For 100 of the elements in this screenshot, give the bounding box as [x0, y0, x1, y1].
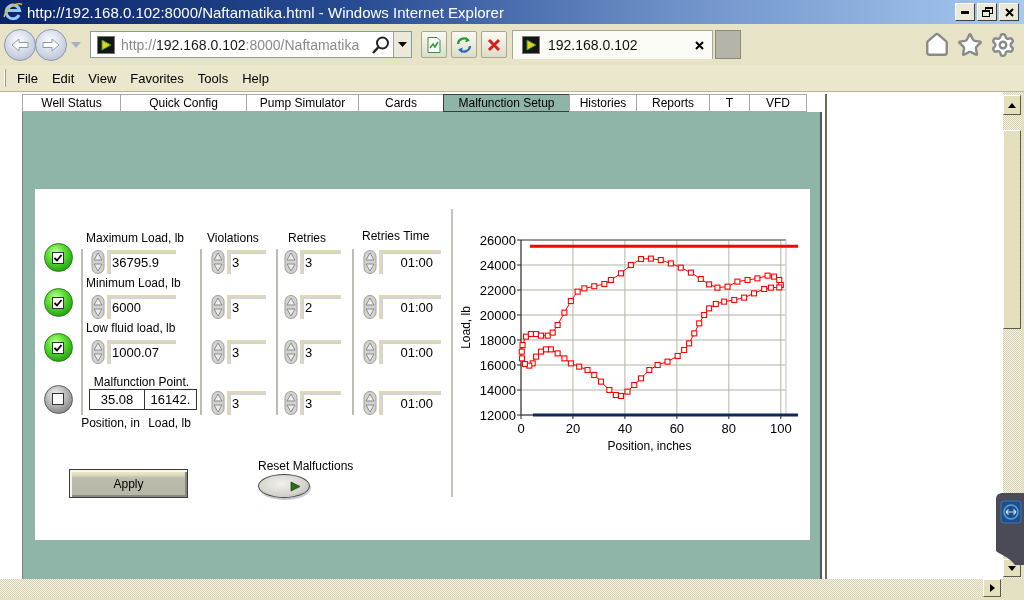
- y-tick-label: 14000: [479, 382, 516, 398]
- y-tick-label: 24000: [479, 257, 516, 273]
- panel-tab[interactable]: Well Status: [22, 94, 121, 112]
- up-down-arrows-icon[interactable]: [363, 391, 377, 415]
- forward-button[interactable]: [35, 28, 67, 61]
- round-toggle-button[interactable]: [43, 243, 73, 272]
- close-button[interactable]: [999, 3, 1019, 21]
- numeric-field[interactable]: 3: [227, 295, 266, 319]
- up-down-arrows-icon[interactable]: [91, 250, 105, 274]
- address-dropdown-button[interactable]: [393, 32, 411, 57]
- load-readout: 16142.: [144, 389, 197, 410]
- readout-label: Position, in: [81, 416, 140, 430]
- right-arrow-icon: [989, 584, 995, 592]
- panel-tab[interactable]: T: [709, 94, 750, 112]
- back-button[interactable]: [4, 28, 36, 61]
- column-header: Retries Time: [362, 229, 430, 243]
- up-down-arrows-icon[interactable]: [363, 295, 377, 319]
- refresh-icon: [455, 35, 473, 54]
- up-down-arrows-icon[interactable]: [91, 295, 105, 319]
- restore-icon: [981, 7, 993, 17]
- panel-tab[interactable]: VFD: [749, 94, 807, 112]
- field-label: Minimum Load, lb: [86, 276, 181, 290]
- reset-label: Reset Malfuctions: [258, 459, 354, 473]
- up-down-arrows-icon[interactable]: [363, 340, 377, 364]
- stop-button[interactable]: [481, 31, 507, 58]
- round-toggle-button[interactable]: [43, 384, 73, 414]
- up-down-arrows-icon[interactable]: [211, 340, 225, 364]
- y-axis-label: Load, lb: [459, 306, 473, 349]
- triangle-icon: [290, 480, 301, 492]
- scroll-right-button[interactable]: [983, 579, 1001, 597]
- up-down-arrows-icon[interactable]: [91, 340, 105, 364]
- home-icon[interactable]: [924, 31, 950, 58]
- numeric-field[interactable]: 01:00: [379, 340, 441, 364]
- address-field[interactable]: http://192.168.0.102:8000/Naftamatika: [90, 31, 412, 58]
- numeric-field[interactable]: 3: [227, 340, 266, 364]
- up-down-arrows-icon[interactable]: [211, 295, 225, 319]
- numeric-field[interactable]: 01:00: [379, 391, 441, 415]
- numeric-field[interactable]: 2: [300, 295, 341, 319]
- caret-icon: [398, 42, 407, 47]
- scroll-up-button[interactable]: [1003, 95, 1021, 115]
- field-label: Low fluid load, lb: [86, 321, 176, 335]
- panel-tab[interactable]: Quick Config: [120, 94, 247, 112]
- numeric-field[interactable]: 36795.9: [107, 250, 176, 274]
- numeric-field[interactable]: 3: [300, 391, 341, 415]
- y-tick-label: 12000: [479, 407, 516, 423]
- menu-item[interactable]: Help: [235, 70, 276, 86]
- up-down-arrows-icon[interactable]: [284, 340, 298, 364]
- minimize-button[interactable]: [955, 3, 975, 21]
- settings-icon[interactable]: [990, 31, 1016, 58]
- panel-tab[interactable]: Cards: [358, 94, 444, 112]
- numeric-field[interactable]: 3: [227, 250, 266, 274]
- up-down-arrows-icon[interactable]: [211, 391, 225, 415]
- panel-tab[interactable]: Pump Simulator: [246, 94, 359, 112]
- browser-tab[interactable]: 192.168.0.102: [512, 30, 713, 59]
- arrow-left-icon: [11, 37, 29, 52]
- up-down-arrows-icon[interactable]: [284, 295, 298, 319]
- arrow-right-icon: [42, 37, 60, 52]
- compatibility-button[interactable]: [421, 31, 447, 58]
- numeric-field[interactable]: 1000.07: [107, 340, 176, 364]
- menu-item[interactable]: Edit: [44, 70, 82, 86]
- x-tick-label: 100: [769, 421, 792, 436]
- round-toggle-button[interactable]: [43, 333, 73, 362]
- down-arrow-icon: [1008, 565, 1016, 571]
- panel-tab[interactable]: Reports: [636, 94, 710, 112]
- up-down-arrows-icon[interactable]: [284, 391, 298, 415]
- up-down-arrows-icon[interactable]: [211, 250, 225, 274]
- round-toggle-button[interactable]: [43, 288, 73, 317]
- x-axis-label: Position, inches: [607, 439, 692, 453]
- restore-button[interactable]: [977, 3, 997, 21]
- e-logo-icon: [3, 2, 23, 22]
- x-tick-label: 60: [669, 421, 685, 436]
- numeric-field[interactable]: 3: [300, 340, 341, 364]
- up-down-arrows-icon[interactable]: [363, 250, 377, 274]
- readout-label: Load, lb: [147, 416, 192, 430]
- panel-tab[interactable]: Histories: [569, 94, 637, 112]
- arrows-tab-icon[interactable]: [995, 493, 1024, 565]
- refresh-button[interactable]: [451, 31, 477, 58]
- horizontal-scrollbar[interactable]: [0, 579, 1003, 597]
- numeric-field[interactable]: 6000: [107, 295, 176, 319]
- numeric-field[interactable]: 01:00: [379, 250, 441, 274]
- up-arrow-icon: [1008, 102, 1016, 108]
- y-tick-label: 26000: [479, 232, 516, 248]
- up-down-arrows-icon[interactable]: [284, 250, 298, 274]
- numeric-field[interactable]: 01:00: [379, 295, 441, 319]
- star-icon[interactable]: [957, 31, 983, 58]
- menu-item[interactable]: View: [81, 70, 124, 86]
- search-icon[interactable]: [371, 34, 391, 55]
- menu-item[interactable]: Tools: [190, 70, 236, 86]
- numeric-field[interactable]: 3: [300, 250, 341, 274]
- position-readout: 35.08: [89, 389, 145, 410]
- scrollbar-thumb[interactable]: [1003, 130, 1021, 329]
- close-icon[interactable]: [695, 40, 704, 50]
- numeric-field[interactable]: 3: [227, 391, 266, 415]
- panel-tab[interactable]: Malfunction Setup: [443, 94, 570, 112]
- menu-item[interactable]: File: [10, 70, 45, 86]
- apply-button[interactable]: Apply: [69, 469, 188, 498]
- column-header: Violations: [207, 231, 259, 245]
- menu-item[interactable]: Favorites: [123, 70, 191, 86]
- reset-toggle-button[interactable]: [258, 474, 310, 498]
- y-tick-label: 18000: [479, 332, 516, 348]
